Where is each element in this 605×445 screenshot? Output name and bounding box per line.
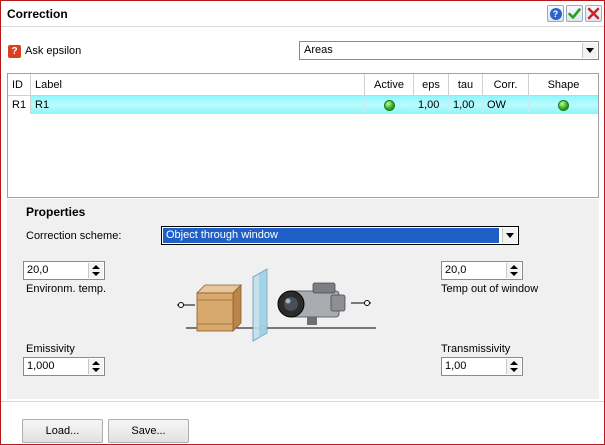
cell-tau[interactable]: 1,00	[449, 96, 483, 114]
column-header-label[interactable]: Label	[31, 74, 365, 96]
cell-shape[interactable]	[529, 96, 598, 114]
crate-icon	[196, 284, 242, 332]
close-icon	[587, 7, 600, 20]
emissivity-label: Emissivity	[26, 343, 75, 355]
column-header-shape[interactable]: Shape	[529, 74, 598, 96]
chevron-down-icon[interactable]	[582, 43, 597, 58]
spinner-icon[interactable]	[506, 359, 521, 374]
properties-title: Properties	[26, 205, 86, 219]
table-row[interactable]: R1 R1 1,00 1,00 OW	[8, 96, 598, 114]
ask-epsilon-label[interactable]: Ask epsilon	[25, 45, 81, 57]
areas-table[interactable]: ID Label Active eps tau Corr. Shape R1 R…	[7, 73, 599, 198]
spinner-icon[interactable]	[506, 263, 521, 278]
object-through-window-illustration	[177, 268, 376, 342]
checkmark-icon	[568, 8, 581, 19]
title-bar: Correction ?	[1, 1, 604, 27]
column-header-active[interactable]: Active	[365, 74, 414, 96]
temp-out-window-input[interactable]: 20,0	[441, 261, 523, 280]
load-button[interactable]: Load...	[22, 419, 103, 443]
ask-epsilon-icon[interactable]: ?	[8, 45, 21, 58]
transmissivity-label: Transmissivity	[441, 343, 511, 355]
shape-led-icon	[558, 99, 569, 111]
column-header-corr[interactable]: Corr.	[483, 74, 529, 96]
cell-corr[interactable]: OW	[483, 96, 529, 114]
area-type-select[interactable]: Areas	[299, 41, 599, 60]
emissivity-value: 1,000	[27, 360, 55, 372]
emissivity-input[interactable]: 1,000	[23, 357, 105, 376]
transmissivity-value: 1,00	[445, 360, 467, 372]
window-title: Correction	[7, 7, 68, 21]
environ-temp-value: 20,0	[27, 264, 49, 276]
bottom-separator	[1, 401, 604, 402]
object-temp-connector-icon	[178, 302, 184, 308]
transmissivity-input[interactable]: 1,00	[441, 357, 523, 376]
temp-out-window-label: Temp out of window	[441, 283, 539, 295]
correction-scheme-select[interactable]: Object through window	[161, 226, 519, 245]
area-type-value: Areas	[304, 44, 333, 56]
cell-id[interactable]: R1	[8, 96, 31, 114]
window-pane-icon	[252, 268, 268, 342]
temp-out-window-value: 20,0	[445, 264, 467, 276]
spinner-icon[interactable]	[88, 359, 103, 374]
ok-button[interactable]	[566, 5, 583, 22]
chevron-down-icon[interactable]	[502, 228, 517, 243]
cell-eps[interactable]: 1,00	[414, 96, 449, 114]
spinner-icon[interactable]	[88, 263, 103, 278]
thermal-camera-icon	[277, 282, 346, 325]
column-header-id[interactable]: ID	[8, 74, 31, 96]
correction-window: Correction ? ? Ask epsilon Areas ID Labe…	[0, 0, 605, 445]
column-header-tau[interactable]: tau	[449, 74, 483, 96]
cell-label[interactable]: R1	[31, 96, 365, 114]
environ-temp-input[interactable]: 20,0	[23, 261, 105, 280]
save-button[interactable]: Save...	[108, 419, 189, 443]
active-led-icon	[383, 99, 395, 111]
correction-scheme-value: Object through window	[163, 228, 499, 243]
cell-active[interactable]	[365, 96, 414, 114]
environ-temp-label: Environm. temp.	[26, 283, 107, 295]
help-icon: ?	[549, 7, 562, 20]
close-button[interactable]	[585, 5, 602, 22]
correction-scheme-label: Correction scheme:	[26, 230, 122, 242]
column-header-eps[interactable]: eps	[414, 74, 449, 96]
help-button[interactable]: ?	[547, 5, 564, 22]
